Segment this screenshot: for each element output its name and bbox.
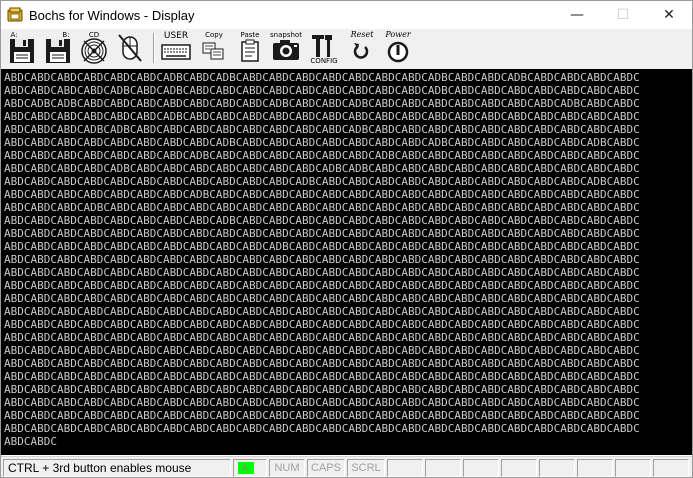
floppy-a-indicator-cell: A: (233, 459, 267, 477)
status-empty-cell (501, 459, 537, 477)
status-empty-cell (463, 459, 499, 477)
window-title: Bochs for Windows - Display (29, 7, 195, 23)
minimize-button[interactable]: — (554, 1, 600, 29)
user-button[interactable]: USER (159, 31, 193, 65)
bochs-app-icon (7, 7, 23, 23)
floppy-a-label: A: (10, 31, 18, 39)
snapshot-label: snapshot (270, 31, 302, 39)
config-label: CONFIG (310, 57, 338, 65)
reset-button[interactable]: Reset (345, 31, 379, 65)
scroll-lock-indicator: SCRL (347, 459, 385, 477)
status-message: CTRL + 3rd button enables mouse (3, 459, 231, 477)
toolbar-separator (153, 33, 155, 63)
power-label: Power (385, 30, 411, 39)
status-bar: CTRL + 3rd button enables mouse A: NUM C… (1, 456, 692, 477)
floppy-b-button[interactable]: B: (41, 31, 75, 65)
status-empty-cell (615, 459, 651, 477)
floppy-a-button[interactable]: A: (5, 31, 39, 65)
copy-label: Copy (205, 31, 223, 39)
reset-label: Reset (350, 30, 374, 39)
close-button[interactable]: ✕ (646, 1, 692, 29)
status-empty-cell (425, 459, 461, 477)
toolbar: A: B: CD USER Copy Paste snapshot CONFIG… (1, 29, 692, 69)
config-button[interactable]: CONFIG (307, 31, 341, 65)
floppy-a-indicator: A: (238, 462, 254, 474)
screen-text: ABDCABDCABDCABDCABDCABDCADBCABDCADBCABDC… (4, 71, 640, 448)
mouse-toggle-button[interactable] (113, 31, 147, 65)
cdrom-button[interactable]: CD (77, 31, 111, 65)
bochs-window: Bochs for Windows - Display — ☐ ✕ A: B: … (0, 0, 693, 478)
mouse-icon (118, 34, 142, 62)
user-label: USER (163, 31, 189, 41)
num-lock-indicator: NUM (269, 459, 305, 477)
paste-button[interactable]: Paste (233, 31, 267, 65)
status-empty-cell (577, 459, 613, 477)
window-controls: — ☐ ✕ (554, 1, 692, 29)
status-empty-cell (387, 459, 423, 477)
copy-button[interactable]: Copy (197, 31, 231, 65)
vga-display[interactable]: ABDCABDCABDCABDCABDCABDCADBCABDCADBCABDC… (1, 69, 692, 455)
snapshot-button[interactable]: snapshot (269, 31, 303, 65)
caps-lock-indicator: CAPS (307, 459, 345, 477)
power-button[interactable]: Power (381, 31, 415, 65)
cdrom-label: CD (88, 31, 100, 39)
maximize-button[interactable]: ☐ (600, 1, 646, 29)
paste-label: Paste (240, 31, 260, 39)
status-empty-cell (539, 459, 575, 477)
status-empty-cell (653, 459, 689, 477)
title-bar[interactable]: Bochs for Windows - Display — ☐ ✕ (1, 1, 692, 29)
